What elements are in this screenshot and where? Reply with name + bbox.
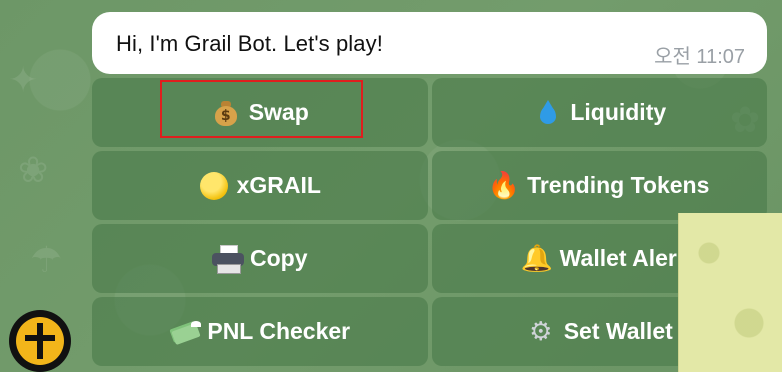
xgrail-button-label: xGRAIL bbox=[236, 172, 321, 198]
gear-icon: ⚙ bbox=[529, 316, 553, 347]
bot-avatar[interactable] bbox=[9, 310, 71, 372]
message-text: Hi, I'm Grail Bot. Let's play! bbox=[116, 31, 383, 56]
swap-button-label: Swap bbox=[248, 99, 309, 125]
bell-icon: 🔔 bbox=[520, 243, 553, 274]
money-wings-icon bbox=[169, 317, 202, 347]
swap-button[interactable]: $ Swap bbox=[92, 78, 428, 147]
overlay-patch bbox=[678, 213, 782, 372]
liquidity-button-label: Liquidity bbox=[570, 99, 667, 125]
money-bag-icon: $ bbox=[211, 98, 241, 128]
keyboard-row: Copy 🔔 Wallet Aler bbox=[92, 224, 767, 293]
fire-icon: 🔥 bbox=[487, 170, 521, 201]
droplet-icon bbox=[532, 98, 562, 128]
keyboard-row: xGRAIL 🔥 Trending Tokens bbox=[92, 151, 767, 220]
keyboard-row: PNL Checker ⚙ Set Wallet bbox=[92, 297, 767, 366]
inline-keyboard: $ Swap Liquidity xGRAIL 🔥 Trending Token… bbox=[92, 78, 767, 370]
message-time: 오전 11:07 bbox=[654, 46, 745, 68]
grail-logo-icon bbox=[16, 317, 64, 365]
yellow-circle-icon bbox=[199, 171, 229, 201]
message-bubble: Hi, I'm Grail Bot. Let's play! 오전 11:07 bbox=[92, 12, 767, 74]
liquidity-button[interactable]: Liquidity bbox=[431, 78, 767, 147]
copy-button-label: Copy bbox=[250, 245, 308, 271]
set-wallet-button-label: Set Wallet bbox=[563, 318, 673, 344]
trending-tokens-button-label: Trending Tokens bbox=[527, 172, 710, 198]
pnl-checker-button[interactable]: PNL Checker bbox=[92, 297, 428, 366]
pnl-checker-button-label: PNL Checker bbox=[207, 318, 351, 344]
background-doodle: ✦ bbox=[8, 60, 39, 101]
copy-button[interactable]: Copy bbox=[92, 224, 428, 293]
xgrail-button[interactable]: xGRAIL bbox=[92, 151, 428, 220]
wallet-alert-button-label: Wallet Aler bbox=[559, 245, 677, 271]
keyboard-row: $ Swap Liquidity bbox=[92, 78, 767, 147]
background-doodle: ❀ bbox=[18, 150, 49, 191]
printer-icon bbox=[212, 244, 244, 274]
background-doodle: ☂ bbox=[30, 240, 63, 281]
trending-tokens-button[interactable]: 🔥 Trending Tokens bbox=[431, 151, 767, 220]
